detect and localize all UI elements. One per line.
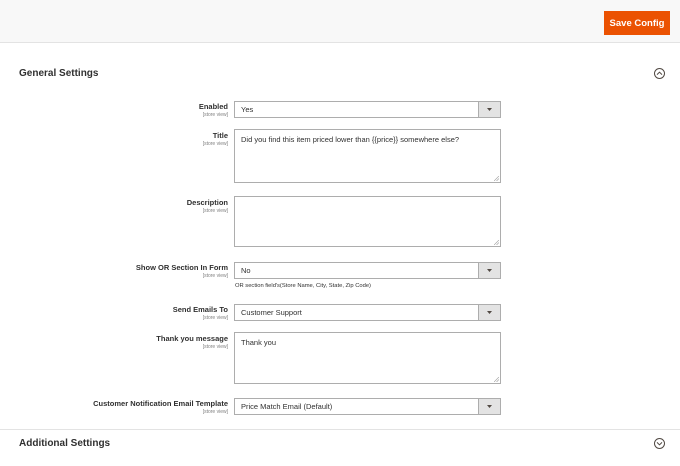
send-emails-to-value: Customer Support — [241, 308, 302, 317]
dropdown-arrow-icon[interactable] — [478, 102, 500, 117]
save-config-button[interactable]: Save Config — [604, 11, 670, 35]
thank-you-value: Thank you — [241, 338, 277, 347]
show-or-section-value: No — [241, 266, 251, 275]
enabled-label: Enabled — [198, 102, 228, 111]
dropdown-arrow-icon[interactable] — [478, 263, 500, 278]
description-textarea[interactable] — [234, 196, 501, 247]
show-or-section-select[interactable]: No — [234, 262, 501, 279]
expand-chevron-down-icon[interactable] — [654, 438, 665, 449]
general-settings-title: General Settings — [19, 68, 99, 79]
scope-label: [store view] — [202, 273, 228, 279]
notification-template-select[interactable]: Price Match Email (Default) — [234, 398, 501, 415]
thank-you-label-group: Thank you message [store view] — [156, 334, 228, 350]
resize-grip-icon[interactable] — [494, 176, 499, 181]
notification-template-label: Customer Notification Email Template — [93, 399, 228, 408]
send-emails-to-select[interactable]: Customer Support — [234, 304, 501, 321]
show-or-section-label: Show OR Section In Form — [135, 263, 228, 272]
scope-label: [store view] — [202, 409, 228, 415]
title-textarea[interactable]: Did you find this item priced lower than… — [234, 129, 501, 183]
additional-settings-title: Additional Settings — [19, 438, 111, 449]
thank-you-textarea[interactable]: Thank you — [234, 332, 501, 384]
scope-label: [store view] — [202, 344, 228, 350]
dropdown-arrow-icon[interactable] — [478, 305, 500, 320]
description-label: Description — [186, 198, 228, 207]
title-label-group: Title [store view] — [203, 131, 228, 147]
additional-settings-header[interactable]: Additional Settings — [0, 434, 680, 454]
scope-label: [store view] — [202, 141, 228, 147]
send-emails-to-label: Send Emails To — [172, 305, 228, 314]
thank-you-label: Thank you message — [156, 334, 228, 343]
notification-template-value: Price Match Email (Default) — [241, 402, 333, 411]
dropdown-arrow-icon[interactable] — [478, 399, 500, 414]
notification-template-label-group: Customer Notification Email Template [st… — [93, 399, 228, 415]
resize-grip-icon[interactable] — [494, 240, 499, 245]
or-section-note: OR section field's(Store Name, City, Sta… — [235, 283, 371, 289]
section-divider — [0, 429, 680, 430]
title-value: Did you find this item priced lower than… — [241, 135, 460, 144]
title-label: Title — [212, 131, 228, 140]
scope-label: [store view] — [202, 208, 228, 214]
send-emails-to-label-group: Send Emails To [store view] — [173, 305, 228, 321]
scope-label: [store view] — [202, 315, 228, 321]
description-label-group: Description [store view] — [187, 198, 228, 214]
enabled-value: Yes — [241, 105, 254, 114]
page-actions-bar: Save Config — [0, 0, 680, 43]
enabled-label-group: Enabled [store view] — [199, 102, 228, 118]
resize-grip-icon[interactable] — [494, 377, 499, 382]
enabled-select[interactable]: Yes — [234, 101, 501, 118]
collapse-chevron-up-icon[interactable] — [654, 68, 665, 79]
general-settings-header[interactable]: General Settings — [0, 64, 680, 84]
show-or-section-label-group: Show OR Section In Form [store view] — [136, 263, 228, 279]
scope-label: [store view] — [202, 112, 228, 118]
